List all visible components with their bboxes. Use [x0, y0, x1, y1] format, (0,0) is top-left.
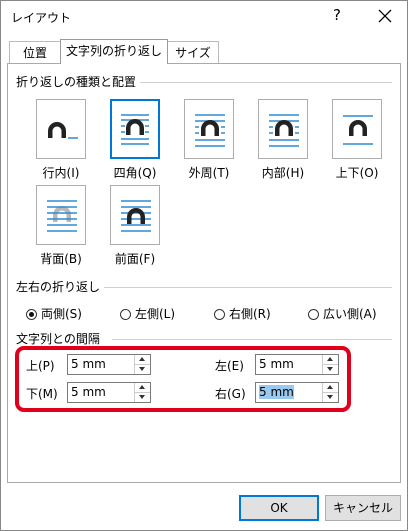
in-front-text-icon: [121, 200, 151, 232]
wrap-inline-button[interactable]: [36, 99, 86, 159]
ok-button[interactable]: OK: [239, 495, 319, 521]
group-divider: [112, 339, 392, 340]
tab-bar: 位置 文字列の折り返し サイズ: [1, 39, 407, 64]
distance-title: 文字列との間隔: [16, 330, 104, 347]
layout-dialog: レイアウト ? 位置 文字列の折り返し サイズ 折り返しの種類と配置 行内(I)…: [0, 0, 408, 531]
close-icon: [378, 9, 392, 23]
close-button[interactable]: [373, 4, 397, 28]
cancel-button[interactable]: キャンセル: [325, 495, 401, 521]
radio-label: 右側(R): [229, 307, 271, 321]
wrap-through-button[interactable]: [258, 99, 308, 159]
wrap-tight-button[interactable]: [184, 99, 234, 159]
inline-wrap-icon: [48, 122, 78, 139]
radio-label: 広い側(A): [323, 307, 377, 321]
radio-circle: [214, 309, 225, 320]
radio-circle: [308, 309, 319, 320]
radio-largest-only[interactable]: 広い側(A): [308, 305, 377, 322]
wrap-top-bottom-label: 上下(O): [335, 166, 379, 180]
wrap-in-front-button[interactable]: [110, 185, 160, 245]
window-title: レイアウト: [11, 11, 72, 25]
wrap-square-label: 四角(Q): [113, 166, 157, 180]
radio-right-only[interactable]: 右側(R): [214, 305, 271, 322]
radio-both-sides[interactable]: 両側(S): [26, 305, 82, 322]
tab-position[interactable]: 位置: [9, 41, 61, 63]
wrap-behind-button[interactable]: [36, 185, 86, 245]
group-divider: [136, 82, 392, 83]
distance-highlight-box: [15, 346, 351, 412]
radio-circle: [120, 309, 131, 320]
behind-text-icon: [47, 200, 77, 232]
radio-label: 左側(L): [135, 307, 176, 321]
wrap-through-label: 内部(H): [261, 166, 305, 180]
tab-size[interactable]: サイズ: [167, 41, 219, 63]
square-wrap-icon: [121, 114, 149, 145]
help-button[interactable]: ?: [333, 6, 341, 24]
group-divider: [102, 287, 392, 288]
wrapping-style-title: 折り返しの種類と配置: [16, 73, 141, 90]
wrap-square-button[interactable]: [110, 99, 160, 159]
radio-circle: [26, 309, 37, 320]
through-wrap-icon: [269, 114, 299, 147]
text-wrapping-panel: 折り返しの種類と配置 行内(I) 四角(Q) 外周(T) 内部(H) 上下(O)…: [7, 63, 401, 483]
radio-label: 両側(S): [41, 307, 82, 321]
wrap-in-front-label: 前面(F): [114, 252, 156, 266]
wrap-tight-label: 外周(T): [188, 166, 230, 180]
wrap-inline-label: 行内(I): [42, 166, 80, 180]
tab-text-wrapping[interactable]: 文字列の折り返し: [60, 39, 168, 64]
wrap-text-title: 左右の折り返し: [16, 278, 105, 295]
top-bottom-wrap-icon: [343, 115, 373, 145]
title-bar: レイアウト ?: [1, 1, 407, 33]
wrap-behind-label: 背面(B): [40, 252, 82, 266]
radio-left-only[interactable]: 左側(L): [120, 305, 175, 322]
wrap-top-bottom-button[interactable]: [332, 99, 382, 159]
tight-wrap-icon: [195, 114, 225, 147]
